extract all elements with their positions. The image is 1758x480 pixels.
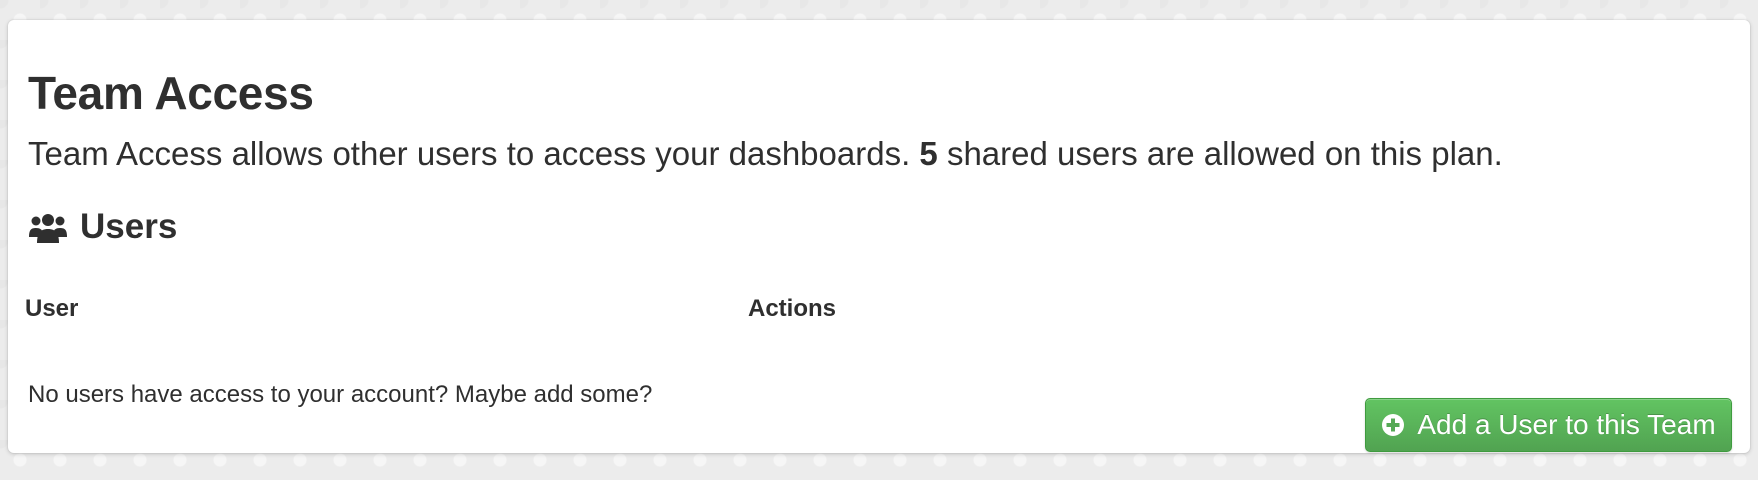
column-header-user: User: [25, 295, 79, 322]
empty-users-message: No users have access to your account? Ma…: [28, 381, 653, 408]
users-section-title: Users: [80, 207, 178, 246]
users-section-heading: Users: [28, 207, 177, 247]
description-text-after: shared users are allowed on this plan.: [937, 135, 1503, 172]
plus-circle-icon: [1381, 413, 1405, 437]
team-access-panel: Team Access Team Access allows other use…: [8, 20, 1750, 453]
shared-users-count: 5: [919, 135, 938, 172]
column-header-actions: Actions: [748, 295, 837, 322]
page-title: Team Access: [28, 67, 314, 119]
add-user-button-label: Add a User to this Team: [1417, 409, 1716, 440]
page-description: Team Access allows other users to access…: [28, 135, 1503, 173]
add-user-button[interactable]: Add a User to this Team: [1365, 398, 1732, 452]
users-icon: [28, 207, 68, 247]
description-text-before: Team Access allows other users to access…: [28, 135, 920, 172]
